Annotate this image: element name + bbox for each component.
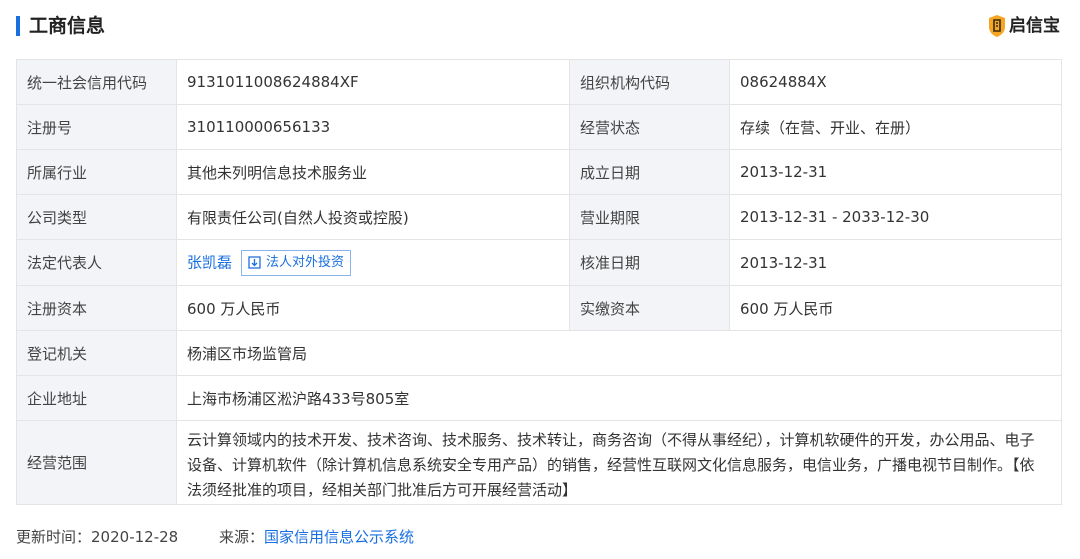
table-row: 所属行业 其他未列明信息技术服务业 成立日期 2013-12-31 — [16, 149, 1062, 195]
export-icon — [248, 256, 261, 269]
paid-capital-label: 实缴资本 — [569, 285, 730, 331]
capital-label: 注册资本 — [16, 285, 177, 331]
status-value: 存续（在营、开业、在册） — [729, 104, 1062, 150]
credit-code-label: 统一社会信用代码 — [16, 59, 177, 105]
legal-rep-cell: 张凯磊 法人对外投资 — [176, 239, 570, 286]
table-row: 经营范围 云计算领域内的技术开发、技术咨询、技术服务、技术转让，商务咨询（不得从… — [16, 420, 1062, 505]
reg-no-value: 310110000656133 — [176, 104, 570, 150]
title-accent-bar — [16, 16, 20, 36]
brand[interactable]: 启信宝 — [987, 14, 1060, 38]
industry-label: 所属行业 — [16, 149, 177, 195]
credit-code-value: 9131011008624884XF — [176, 59, 570, 105]
founded-value: 2013-12-31 — [729, 149, 1062, 195]
org-code-value: 08624884X — [729, 59, 1062, 105]
source-label: 来源： — [218, 528, 264, 546]
qixinbao-logo-icon — [989, 15, 1005, 37]
footer: 更新时间：2020-12-28 来源：国家信用信息公示系统 — [16, 527, 414, 547]
approval-value: 2013-12-31 — [729, 239, 1062, 286]
table-row: 公司类型 有限责任公司(自然人投资或控股) 营业期限 2013-12-31 - … — [16, 194, 1062, 240]
section-header: 工商信息 启信宝 — [16, 12, 1064, 44]
scope-label: 经营范围 — [16, 420, 177, 505]
legal-rep-label: 法定代表人 — [16, 239, 177, 286]
authority-value: 杨浦区市场监管局 — [176, 330, 1062, 376]
table-row: 注册资本 600 万人民币 实缴资本 600 万人民币 — [16, 285, 1062, 331]
company-type-label: 公司类型 — [16, 194, 177, 240]
table-row: 登记机关 杨浦区市场监管局 — [16, 330, 1062, 376]
legal-rep-investment-button[interactable]: 法人对外投资 — [241, 249, 352, 276]
table-row: 注册号 310110000656133 经营状态 存续（在营、开业、在册） — [16, 104, 1062, 150]
address-label: 企业地址 — [16, 375, 177, 421]
org-code-label: 组织机构代码 — [569, 59, 730, 105]
term-label: 营业期限 — [569, 194, 730, 240]
company-type-value: 有限责任公司(自然人投资或控股) — [176, 194, 570, 240]
scope-value: 云计算领域内的技术开发、技术咨询、技术服务、技术转让，商务咨询（不得从事经纪），… — [176, 420, 1062, 505]
approval-label: 核准日期 — [569, 239, 730, 286]
term-value: 2013-12-31 - 2033-12-30 — [729, 194, 1062, 240]
table-row: 法定代表人 张凯磊 法人对外投资 核准日期 2013-12-31 — [16, 239, 1062, 286]
capital-value: 600 万人民币 — [176, 285, 570, 331]
founded-label: 成立日期 — [569, 149, 730, 195]
updated-value: 2020-12-28 — [91, 528, 179, 546]
source-link[interactable]: 国家信用信息公示系统 — [264, 528, 414, 546]
industry-value: 其他未列明信息技术服务业 — [176, 149, 570, 195]
address-value: 上海市杨浦区淞沪路433号805室 — [176, 375, 1062, 421]
updated-label: 更新时间： — [16, 528, 92, 546]
table-row: 企业地址 上海市杨浦区淞沪路433号805室 — [16, 375, 1062, 421]
reg-no-label: 注册号 — [16, 104, 177, 150]
business-info-table: 统一社会信用代码 9131011008624884XF 组织机构代码 08624… — [16, 59, 1062, 505]
section-title: 工商信息 — [29, 15, 106, 37]
authority-label: 登记机关 — [16, 330, 177, 376]
status-label: 经营状态 — [569, 104, 730, 150]
brand-name: 启信宝 — [1009, 16, 1060, 36]
table-row: 统一社会信用代码 9131011008624884XF 组织机构代码 08624… — [16, 59, 1062, 105]
legal-rep-link[interactable]: 张凯磊 — [187, 253, 232, 271]
paid-capital-value: 600 万人民币 — [729, 285, 1062, 331]
legal-rep-investment-label: 法人对外投资 — [266, 254, 345, 270]
